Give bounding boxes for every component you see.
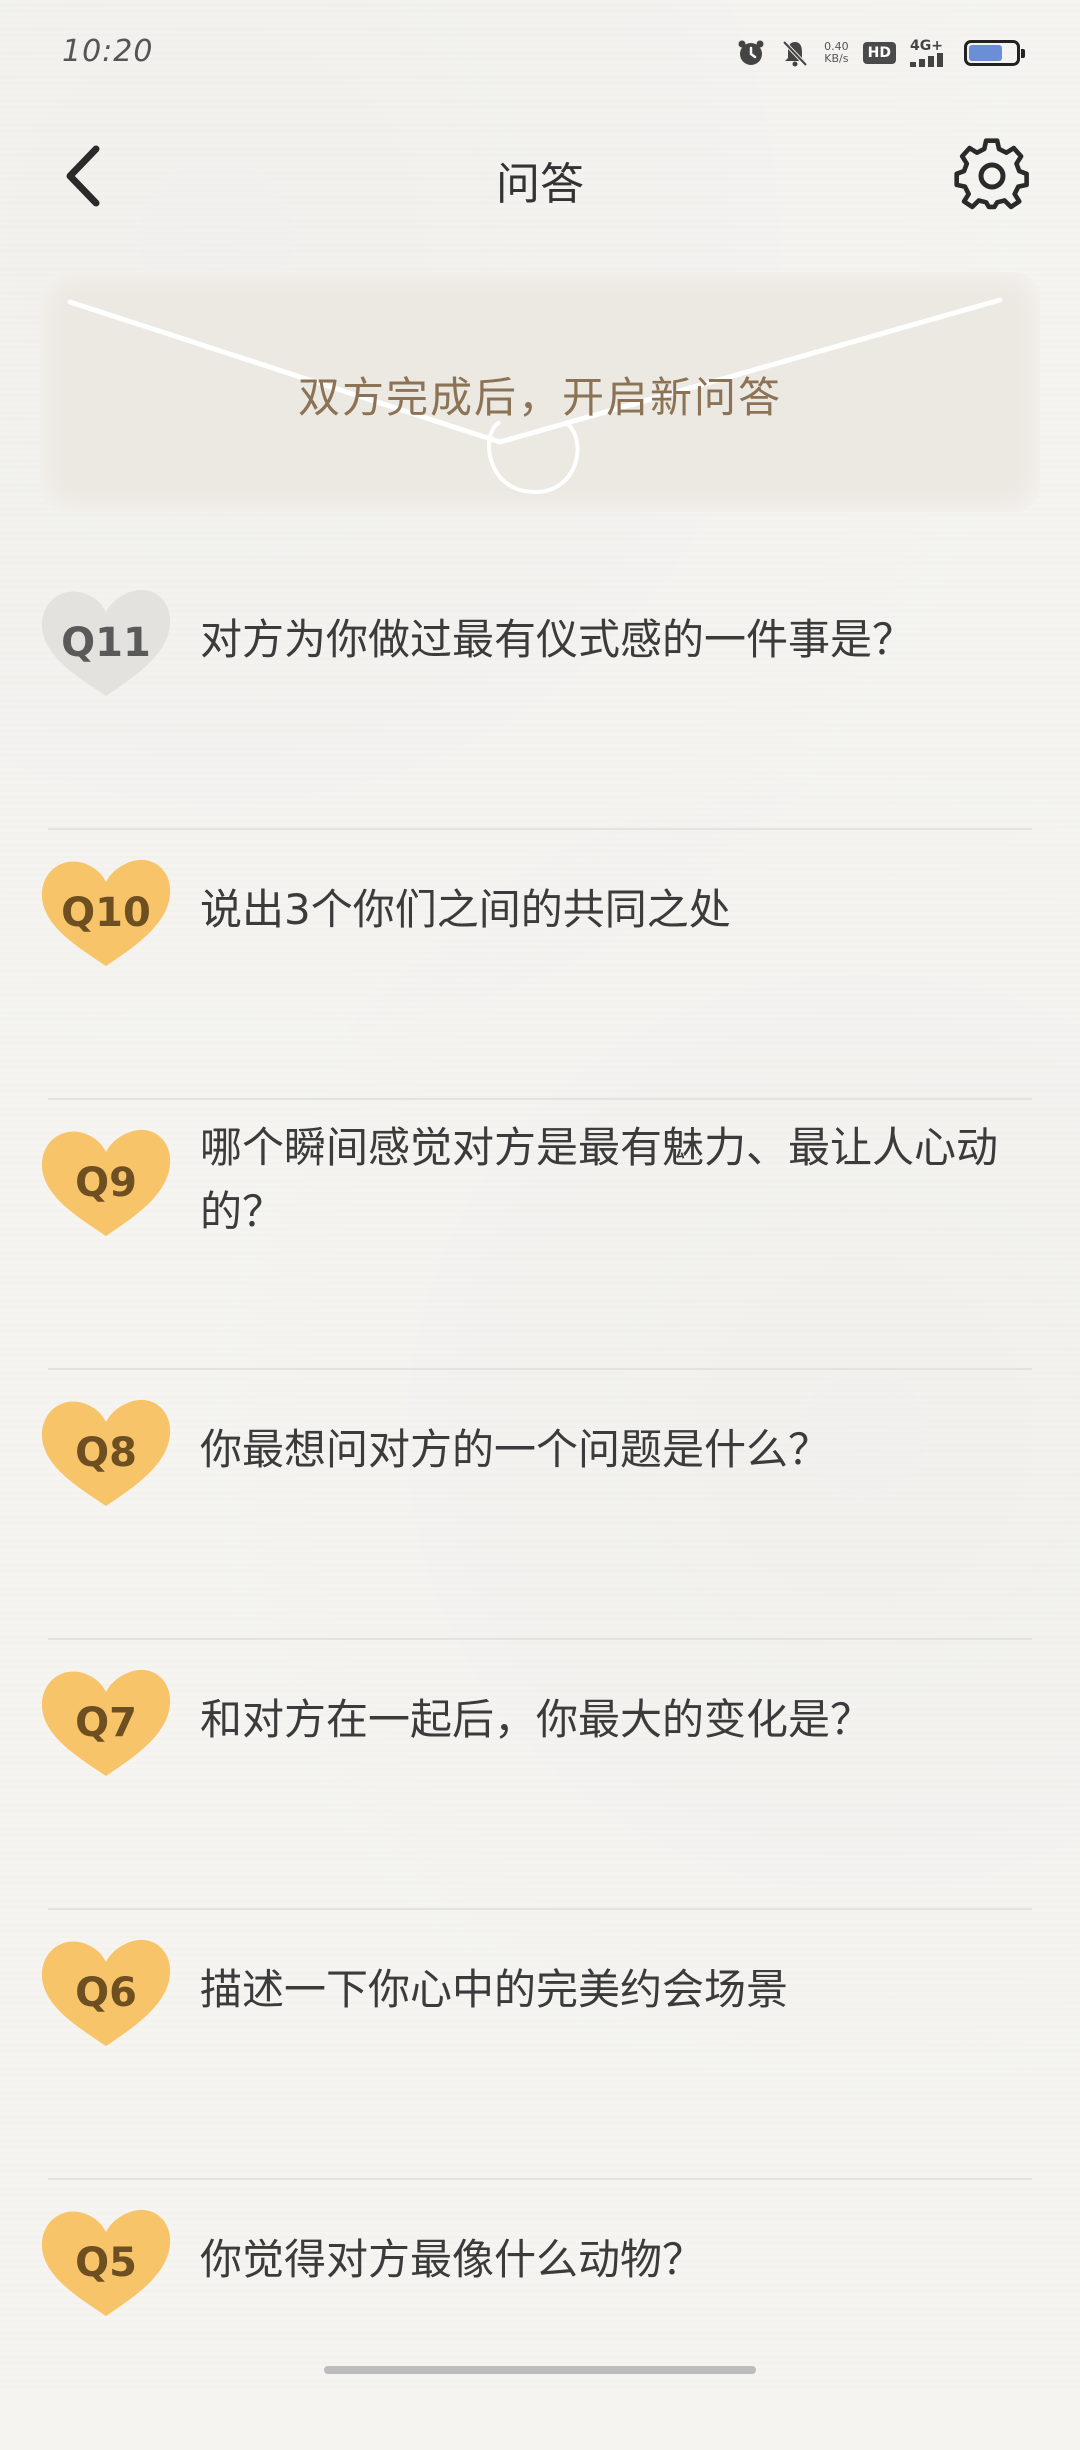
battery-icon xyxy=(964,40,1025,66)
question-badge: Q7 xyxy=(36,1664,176,1784)
status-time: 10:20 xyxy=(62,34,154,69)
question-badge: Q11 xyxy=(36,584,176,704)
question-list: Q11 对方为你做过最有仪式感的一件事是？ Q10 说出3个你们之间的共同之处 … xyxy=(0,560,1080,2450)
header: 问答 xyxy=(0,130,1080,220)
status-icons: 0.40 KB/s HD 4G+ xyxy=(736,38,1025,68)
home-indicator[interactable] xyxy=(324,2366,756,2374)
question-text: 描述一下你心中的完美约会场景 xyxy=(200,1965,789,2014)
signal-icon: 4G+ xyxy=(910,39,950,67)
hd-badge: HD xyxy=(862,42,896,64)
question-badge: Q8 xyxy=(36,1394,176,1514)
question-badge: Q9 xyxy=(36,1124,176,1244)
banner-text: 双方完成后，开启新问答 xyxy=(297,373,782,422)
question-item-q10[interactable]: Q10 说出3个你们之间的共同之处 xyxy=(0,830,1080,1100)
question-item-q5[interactable]: Q5 你觉得对方最像什么动物？ xyxy=(0,2180,1080,2450)
question-badge: Q10 xyxy=(36,854,176,974)
question-text: 和对方在一起后，你最大的变化是？ xyxy=(200,1695,873,1744)
question-item-q9[interactable]: Q9 哪个瞬间感觉对方是最有魅力、最让人心动的？ xyxy=(0,1100,1080,1370)
question-badge: Q6 xyxy=(36,1934,176,2054)
question-item-q8[interactable]: Q8 你最想问对方的一个问题是什么？ xyxy=(0,1370,1080,1640)
speed-unit: KB/s xyxy=(824,52,849,65)
gear-icon xyxy=(954,138,1029,210)
settings-button[interactable] xyxy=(950,134,1034,218)
battery-fill xyxy=(969,45,1002,61)
question-badge: Q5 xyxy=(36,2204,176,2324)
network-speed: 0.40 KB/s xyxy=(824,41,849,65)
status-bar: 10:20 0.40 KB/s HD 4G+ xyxy=(0,0,1080,110)
question-item-q11[interactable]: Q11 对方为你做过最有仪式感的一件事是？ xyxy=(0,560,1080,830)
question-text: 说出3个你们之间的共同之处 xyxy=(200,885,731,934)
question-text: 哪个瞬间感觉对方是最有魅力、最让人心动的？ xyxy=(200,1123,999,1236)
bell-off-icon xyxy=(780,38,810,68)
question-text: 对方为你做过最有仪式感的一件事是？ xyxy=(200,615,915,664)
question-text: 你觉得对方最像什么动物？ xyxy=(200,2235,705,2284)
new-question-banner: 双方完成后，开启新问答 xyxy=(40,272,1040,512)
question-text: 你最想问对方的一个问题是什么？ xyxy=(200,1425,831,1474)
question-item-q7[interactable]: Q7 和对方在一起后，你最大的变化是？ xyxy=(0,1640,1080,1910)
page-title: 问答 xyxy=(496,159,584,210)
alarm-icon xyxy=(736,38,766,68)
network-type: 4G+ xyxy=(910,38,943,54)
question-item-q6[interactable]: Q6 描述一下你心中的完美约会场景 xyxy=(0,1910,1080,2180)
